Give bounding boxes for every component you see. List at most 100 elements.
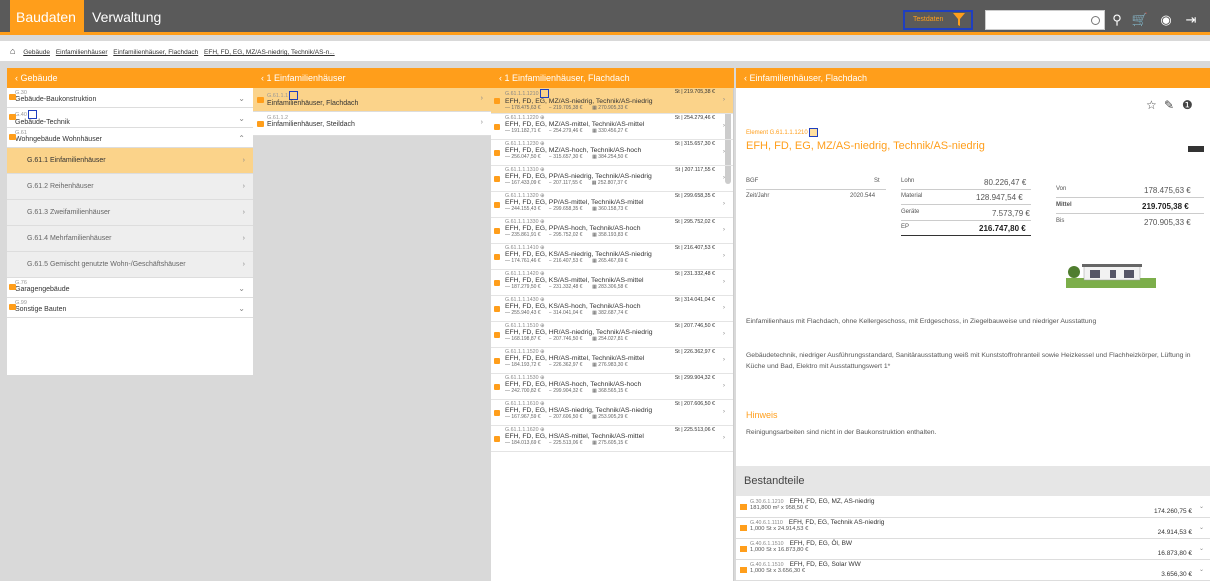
breadcrumb: ⌂ Gebäude Einfamilienhäuser Einfamilienh…	[0, 41, 1210, 61]
table-row[interactable]: G.61.1.1.1510 ⊕ St | 207.746,50 € EFH, FD,…	[491, 322, 733, 348]
breadcrumb-item[interactable]: Gebäude	[23, 49, 50, 56]
table-row[interactable]: G.61.1.1.1320 ⊕ St | 299.658,35 € EFH, FD,…	[491, 192, 733, 218]
list-item[interactable]: G.99 Sonstige Bauten ⌄	[7, 298, 253, 318]
folder-icon	[740, 567, 747, 573]
table-row[interactable]: G.61.1.1.1230 ⊕ St | 315.657,30 € EFH, FD,…	[491, 140, 733, 166]
row-price: St | 225.513,06 €	[674, 427, 715, 433]
folder-icon	[740, 546, 747, 552]
column-detail: ‹ Einfamilienhäuser, Flachdach ☆ ✎ ❶ Ele…	[736, 68, 1210, 581]
row-price: St | 226.362,97 €	[674, 349, 715, 355]
user-icon[interactable]: ◉	[1157, 11, 1175, 29]
folder-icon	[257, 97, 264, 103]
sub-item[interactable]: G.61.5 Gemischt genutzte Wohn-/Geschäfts…	[7, 252, 253, 278]
breadcrumb-item[interactable]: EFH, FD, EG, MZ/AS-niedrig, Technik/AS-n…	[204, 49, 335, 56]
tab-verwaltung[interactable]: Verwaltung	[84, 0, 169, 35]
breadcrumb-item[interactable]: Einfamilienhäuser	[56, 49, 108, 56]
column-header[interactable]: ‹ 1 Einfamilienhäuser, Flachdach	[491, 68, 734, 88]
item-name: Gebäude-Technik	[15, 119, 70, 126]
cart-icon[interactable]: 🛒	[1131, 11, 1149, 29]
column-header[interactable]: ‹ Einfamilienhäuser, Flachdach	[736, 68, 1210, 88]
table-row[interactable]: G.61.1.1.1410 ⊕ St | 216.407,53 € EFH, FD,…	[491, 244, 733, 270]
row-range: — 235.861,91 € − 295.752,02 € ▦ 358.193,…	[505, 232, 628, 238]
row-name: EFH, FD, EG, HR/AS-mittel, Technik/AS-mi…	[505, 355, 645, 362]
row-price: St | 207.746,50 €	[674, 323, 715, 329]
folder-icon	[9, 94, 16, 100]
divider	[901, 235, 1031, 236]
top-bar: Baudaten Verwaltung Testdaten ⚲ 🛒 ◉ ⇥	[0, 0, 1210, 35]
lock-icon	[494, 436, 500, 442]
tab-baudaten[interactable]: Baudaten	[10, 0, 84, 35]
row-range: — 167.433,09 € − 207.117,55 € ▦ 252.807,…	[505, 180, 628, 186]
chevron-right-icon: ›	[722, 122, 725, 129]
table-row[interactable]: G.61.1.1.1220 ⊕ St | 254.279,46 € EFH, FD,…	[491, 114, 733, 140]
table-row[interactable]: G.61.1.1.1330 ⊕ St | 295.752,02 € EFH, FD,…	[491, 218, 733, 244]
row-name: EFH, FD, EG, KS/AS-hoch, Technik/AS-hoch	[505, 303, 641, 310]
row-price: St | 207.606,50 €	[674, 401, 715, 407]
row-range: — 191.182,71 € − 254.279,46 € ▦ 330.456,…	[505, 128, 628, 134]
filter-label: Testdaten	[913, 16, 944, 23]
sub-item[interactable]: G.61.3 Zweifamilienhäuser ›	[7, 200, 253, 226]
list-item[interactable]: G.61.1.1 Einfamilienhäuser, Flachdach ›	[253, 88, 491, 112]
star-icon[interactable]: ☆	[1146, 98, 1157, 112]
folder-icon	[257, 121, 264, 127]
part-name: EFH, FD, EG, Öl, BW	[789, 540, 853, 547]
breadcrumb-item[interactable]: Einfamilienhäuser, Flachdach	[113, 49, 198, 56]
row-name: EFH, FD, EG, PP/AS-niedrig, Technik/AS-n…	[505, 173, 652, 180]
highlight-box	[808, 128, 818, 137]
list-item[interactable]: G.40 Gebäude-Technik ⌄	[7, 108, 253, 128]
house-image	[1066, 264, 1156, 288]
table-row[interactable]: G.61.1.1.1620 ⊕ St | 225.513,06 € EFH, FD,…	[491, 426, 733, 452]
list-item[interactable]: G.61 Wohngebäude Wohnhäuser ⌃	[7, 128, 253, 148]
table-row[interactable]: G.61.1.1.1520 ⊕ St | 226.362,97 € EFH, FD,…	[491, 348, 733, 374]
search-icon[interactable]: ⚲	[1108, 11, 1126, 29]
part-qty: 1,000 St x 3.656,30 €	[750, 568, 806, 574]
logout-icon[interactable]: ⇥	[1182, 11, 1200, 29]
description-text: Gebäudetechnik, niedriger Ausführungssta…	[746, 352, 1191, 370]
item-code: G.61.1.1	[267, 88, 491, 100]
bestandteil-row[interactable]: G.30.6.1.1210 EFH, FD, EG, MZ, AS-niedrig…	[736, 498, 1210, 518]
filter-button[interactable]: Testdaten	[903, 10, 973, 30]
list-item[interactable]: G.30 Gebäude-Baukonstruktion ⌄	[7, 88, 253, 108]
chevron-icon: ⌄	[238, 94, 245, 103]
table-row[interactable]: G.61.1.1.1430 ⊕ St | 314.041,04 € EFH, FD,…	[491, 296, 733, 322]
lock-icon	[494, 384, 500, 390]
kv-label: Zeit/Jahr	[746, 193, 770, 199]
column-header[interactable]: ‹ 1 Einfamilienhäuser	[253, 68, 491, 88]
lock-icon	[494, 410, 500, 416]
row-range: — 187.279,50 € − 231.332,48 € ▦ 283.306,…	[505, 284, 628, 290]
bestandteile-header: Bestandteile	[736, 466, 1210, 496]
list-item[interactable]: G.61.1.2 Einfamilienhäuser, Steildach ›	[253, 112, 491, 136]
search-input[interactable]	[985, 10, 1105, 30]
sub-item[interactable]: G.61.1 Einfamilienhäuser ›	[7, 148, 253, 174]
chevron-right-icon: ›	[722, 252, 725, 259]
bestandteil-row[interactable]: G.40.6.1.1510 EFH, FD, EG, Solar WW 1,000 …	[736, 561, 1210, 581]
part-price: 16.873,80 €	[1157, 550, 1192, 557]
chevron-right-icon: ›	[242, 157, 245, 164]
table-row[interactable]: G.61.1.1.1310 ⊕ St | 207.117,55 € EFH, FD,…	[491, 166, 733, 192]
bestandteil-row[interactable]: G.40.6.1.1110 EFH, FD, EG, Technik AS-nie…	[736, 519, 1210, 539]
bestandteil-row[interactable]: G.40.6.1.1510 EFH, FD, EG, Öl, BW 1,000 St…	[736, 540, 1210, 560]
row-name: EFH, FD, EG, HR/AS-niedrig, Technik/AS-n…	[505, 329, 653, 336]
column-title: 1 Einfamilienhäuser	[266, 73, 346, 83]
column-header[interactable]: ‹ Gebäude	[7, 68, 253, 88]
item-code: G.30	[15, 90, 27, 96]
element-title: EFH, FD, EG, MZ/AS-niedrig, Technik/AS-n…	[746, 140, 985, 152]
item-code: G.61.1.2	[267, 115, 289, 121]
item-code: G.76	[15, 280, 27, 286]
table-row[interactable]: G.61.1.1.1530 ⊕ St | 299.904,32 € EFH, FD,…	[491, 374, 733, 400]
table-row[interactable]: G.61.1.1.1210 St | 219.705,38 € EFH, FD, E…	[491, 88, 733, 114]
part-name: EFH, FD, EG, Technik AS-niedrig	[788, 519, 885, 526]
chevron-right-icon: ›	[480, 95, 483, 102]
table-row[interactable]: G.61.1.1.1610 ⊕ St | 207.606,50 € EFH, FD,…	[491, 400, 733, 426]
table-row[interactable]: G.61.1.1.1420 ⊕ St | 231.332,48 € EFH, FD,…	[491, 270, 733, 296]
lock-icon	[494, 124, 500, 130]
sub-item[interactable]: G.61.4 Mehrfamilienhäuser ›	[7, 226, 253, 252]
clear-icon[interactable]	[1091, 16, 1100, 25]
sub-item[interactable]: G.61.2 Reihenhäuser ›	[7, 174, 253, 200]
list-item[interactable]: G.76 Garagengebäude ⌄	[7, 278, 253, 298]
info-icon[interactable]: ❶	[1182, 98, 1193, 112]
home-icon[interactable]: ⌂	[10, 46, 15, 56]
chevron-down-icon: ⌄	[1198, 546, 1204, 552]
lock-icon	[494, 358, 500, 364]
edit-icon[interactable]: ✎	[1164, 98, 1174, 112]
